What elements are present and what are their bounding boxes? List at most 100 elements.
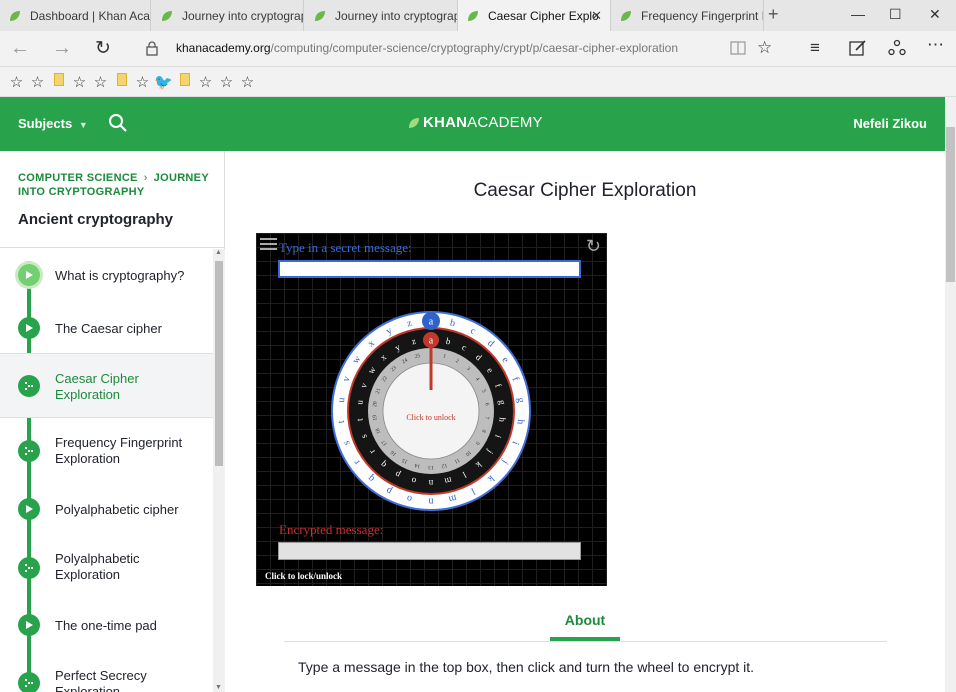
favorite-star-icon[interactable]: ☆ <box>6 73 27 91</box>
shift-needle <box>429 346 433 390</box>
search-icon[interactable] <box>108 113 128 133</box>
sidebar-scrollbar[interactable]: ▲ ▼ <box>213 249 225 692</box>
shift-number: 19 <box>372 414 379 420</box>
user-name[interactable]: Nefeli Zikou <box>853 116 927 131</box>
lock-toggle-hint[interactable]: Click to lock/unlock <box>265 571 342 581</box>
breadcrumb: COMPUTER SCIENCE › JOURNEY INTO CRYPTOGRAP… <box>18 171 213 199</box>
khan-leaf-icon <box>409 117 419 128</box>
subjects-label: Subjects <box>18 116 73 131</box>
hub-icon[interactable]: ≡ <box>810 38 820 58</box>
sidebar-scrollbar-thumb[interactable] <box>215 261 223 466</box>
sidebar-item-perfect-secrecy[interactable]: Perfect Secrecy Exploration <box>0 651 213 692</box>
shift-number: 20 <box>372 401 379 407</box>
cipher-wheel[interactable]: bcdefghijklmnopqrstuvwxyz bcdefghijklmno… <box>330 310 532 512</box>
browser-tab[interactable]: Journey into cryptograp <box>152 0 304 31</box>
url-host: khanacademy.org <box>176 41 271 55</box>
sidebar-item-label: What is cryptography? <box>55 268 185 283</box>
khan-academy-logo[interactable]: KHAN ACADEMY <box>407 114 543 131</box>
encrypted-message-label: Encrypted message: <box>279 522 384 537</box>
browser-tab[interactable]: Journey into cryptograp <box>305 0 458 31</box>
play-icon <box>18 264 40 286</box>
page-title: Caesar Cipher Exploration <box>473 180 697 201</box>
click-to-unlock-text: Click to unlock <box>406 413 455 422</box>
description: Type a message in the top box, then clic… <box>298 659 755 675</box>
close-tab-icon[interactable]: ✕ <box>591 8 602 24</box>
sidebar-item-caesar-cipher-exploration[interactable]: Caesar Cipher Exploration <box>0 353 213 418</box>
tab-title: Caesar Cipher Explo <box>488 8 599 23</box>
twitter-icon[interactable]: 🐦 <box>153 73 174 91</box>
tab-about[interactable]: About <box>550 612 620 628</box>
web-note-icon[interactable] <box>849 39 867 57</box>
window-close-icon[interactable]: ✕ <box>929 6 941 23</box>
favorite-star-icon[interactable]: ☆ <box>237 73 258 91</box>
sidebar-item-label: Polyalphabetic cipher <box>55 502 179 517</box>
outer-marker-letter: a <box>429 317 434 328</box>
sidebar-item-frequency-fingerprint[interactable]: Frequency Fingerprint Exploration <box>0 418 213 484</box>
favorite-star-icon[interactable]: ☆ <box>90 73 111 91</box>
page-scrollbar-thumb[interactable] <box>946 127 955 282</box>
lock-icon <box>146 41 158 56</box>
favorites-bar: ☆ ☆ ☆ ☆ ☆ 🐦 ☆ ☆ ☆ <box>0 67 956 97</box>
url-field[interactable]: khanacademy.org/computing/computer-scien… <box>176 41 678 55</box>
browser-tab-active[interactable]: Caesar Cipher Explo ✕ <box>458 0 611 31</box>
sidebar-item-one-time-pad[interactable]: The one-time pad <box>0 601 213 651</box>
share-icon[interactable] <box>888 39 906 57</box>
favorite-star-icon[interactable]: ☆ <box>195 73 216 91</box>
sidebar-item-label: Caesar Cipher Exploration <box>55 371 139 402</box>
caesar-cipher-widget[interactable]: ↻ Type in a secret message: bcdefghijklm… <box>256 233 607 586</box>
favorite-star-icon[interactable]: ☆ <box>69 73 90 91</box>
logo-text: ACADEMY <box>467 114 543 131</box>
scroll-up-icon[interactable]: ▲ <box>215 249 222 256</box>
secret-message-label: Type in a secret message: <box>279 240 412 255</box>
sidebar-item-label: Perfect Secrecy Exploration <box>55 668 147 692</box>
khan-leaf-icon <box>10 10 20 21</box>
sidebar-item-polyalphabetic-cipher[interactable]: Polyalphabetic cipher <box>0 484 213 534</box>
browser-tab-strip: Dashboard | Khan Acad Journey into crypt… <box>0 0 956 31</box>
caret-down-icon: ▼ <box>78 120 88 130</box>
back-arrow-icon[interactable]: ← <box>10 37 30 60</box>
tab-title: Journey into cryptograp <box>182 8 304 23</box>
outer-ring-letter: n <box>429 496 434 507</box>
forward-arrow-icon[interactable]: → <box>52 37 72 60</box>
khan-leaf-icon <box>162 10 172 21</box>
reading-view-icon[interactable] <box>730 41 746 55</box>
folder-icon[interactable] <box>111 73 132 90</box>
tab-title: Dashboard | Khan Acad <box>30 8 151 23</box>
browser-tab[interactable]: Dashboard | Khan Acad <box>0 0 151 31</box>
encrypted-message-output <box>278 542 581 560</box>
new-tab-icon[interactable]: + <box>768 4 779 25</box>
tab-title: Frequency Fingerprint E <box>641 8 764 23</box>
sidebar-item-label: Polyalphabetic Exploration <box>55 551 140 582</box>
more-icon[interactable]: ⋯ <box>927 35 944 55</box>
exploration-icon <box>18 557 40 579</box>
sidebar-item-label: The one-time pad <box>55 618 157 633</box>
sidebar-item-polyalphabetic-exploration[interactable]: Polyalphabetic Exploration <box>0 534 213 601</box>
exploration-icon <box>18 440 40 462</box>
maximize-icon[interactable]: ☐ <box>889 6 902 23</box>
page-scrollbar[interactable] <box>945 97 956 692</box>
folder-icon[interactable] <box>174 73 195 90</box>
play-icon <box>18 498 40 520</box>
refresh-icon[interactable]: ↻ <box>95 37 111 60</box>
favorite-star-icon[interactable]: ☆ <box>757 38 772 58</box>
reset-icon[interactable]: ↻ <box>586 236 601 257</box>
sidebar-item-what-is-cryptography[interactable]: What is cryptography? <box>0 249 213 301</box>
browser-tab[interactable]: Frequency Fingerprint E <box>611 0 764 31</box>
favorite-star-icon[interactable]: ☆ <box>132 73 153 91</box>
address-bar: ← → ↻ khanacademy.org/computing/computer… <box>0 31 956 67</box>
subjects-menu[interactable]: Subjects ▼ <box>18 116 88 131</box>
favorite-star-icon[interactable]: ☆ <box>216 73 237 91</box>
play-icon <box>18 614 40 636</box>
hamburger-menu-icon[interactable] <box>260 237 278 251</box>
breadcrumb-link-computer-science[interactable]: COMPUTER SCIENCE <box>18 172 138 184</box>
folder-icon[interactable] <box>48 73 69 90</box>
scroll-down-icon[interactable]: ▼ <box>215 684 222 691</box>
sidebar-item-caesar-cipher[interactable]: The Caesar cipher <box>0 301 213 353</box>
inner-marker-letter: a <box>429 336 434 347</box>
favorite-star-icon[interactable]: ☆ <box>27 73 48 91</box>
khan-leaf-icon <box>621 10 631 21</box>
minimize-icon[interactable]: — <box>851 6 865 22</box>
divider <box>0 247 225 248</box>
secret-message-input[interactable] <box>278 260 581 278</box>
sidebar-item-label: Frequency Fingerprint Exploration <box>55 435 183 466</box>
